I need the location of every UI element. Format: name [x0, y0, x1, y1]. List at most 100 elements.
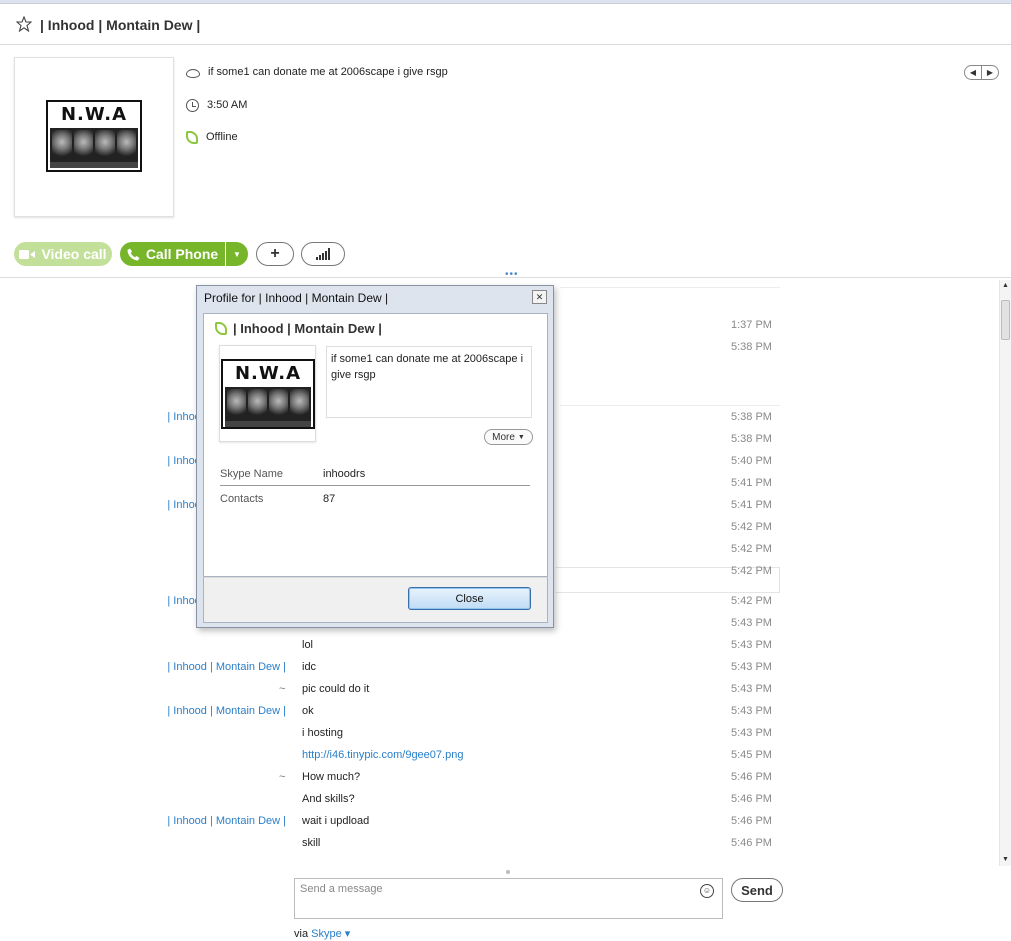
mood-row: if some1 can donate me at 2006scape i gi…: [186, 63, 448, 81]
video-call-label: Video call: [41, 246, 107, 262]
dialog-avatar: N.W.A: [219, 345, 316, 442]
video-call-button[interactable]: Video call: [14, 242, 112, 266]
signal-bars-icon: [316, 248, 330, 260]
scroll-up-icon[interactable]: ▲: [1000, 280, 1011, 292]
sender-name[interactable]: | Inhood | Montain Dew |: [167, 705, 286, 717]
message-input[interactable]: [300, 883, 680, 895]
message-text: ok: [302, 705, 314, 717]
call-quality-button[interactable]: [301, 242, 345, 266]
message-timestamp: 5:45 PM: [731, 749, 772, 761]
chat-message: And skills? 5:46 PM: [0, 789, 999, 811]
skype-name-value: inhoodrs: [323, 468, 366, 480]
message-text: i hosting: [302, 727, 343, 739]
message-timestamp: 5:41 PM: [731, 477, 772, 489]
message-timestamp: 5:43 PM: [731, 639, 772, 651]
scroll-down-icon[interactable]: ▼: [1000, 854, 1011, 866]
contacts-row: Contacts 87: [220, 489, 530, 511]
profile-dialog: Profile for | Inhood | Montain Dew | ✕ |…: [196, 285, 554, 628]
compose-resize-grip[interactable]: [506, 870, 510, 874]
scroll-thumb[interactable]: [1001, 300, 1010, 340]
message-timestamp: 5:42 PM: [731, 521, 772, 533]
chat-message: | Inhood | Montain Dew | idc 5:43 PM: [0, 657, 999, 679]
message-timestamp: 5:46 PM: [731, 771, 772, 783]
via-service: via Skype ▾: [294, 927, 350, 940]
dialog-title: Profile for | Inhood | Montain Dew |: [204, 291, 389, 305]
message-timestamp: 1:37 PM: [731, 319, 772, 331]
message-timestamp: 5:46 PM: [731, 793, 772, 805]
favorite-star-icon[interactable]: [16, 16, 32, 32]
dialog-contact-name-row: | Inhood | Montain Dew |: [215, 321, 382, 336]
via-prefix: via: [294, 928, 309, 940]
message-timestamp: 5:42 PM: [731, 595, 772, 607]
prev-arrow-icon[interactable]: ◀: [965, 66, 982, 79]
chat-message: ~ How much? 5:46 PM: [0, 767, 999, 789]
message-timestamp: 5:46 PM: [731, 815, 772, 827]
add-to-conversation-button[interactable]: +: [256, 242, 294, 266]
sender-name[interactable]: | Inhood | Montain Dew |: [167, 661, 286, 673]
sender-name[interactable]: | Inhood | Montain Dew |: [167, 815, 286, 827]
call-phone-main[interactable]: Call Phone: [120, 242, 226, 266]
dialog-mood-text: if some1 can donate me at 2006scape i gi…: [326, 346, 532, 418]
sender-marker: ~: [279, 771, 286, 783]
dialog-footer: Close: [203, 577, 548, 623]
close-button[interactable]: Close: [408, 587, 531, 610]
chat-message: lol 5:43 PM: [0, 635, 999, 657]
message-timestamp: 5:42 PM: [731, 543, 772, 555]
message-timestamp: 5:40 PM: [731, 455, 772, 467]
contacts-label: Contacts: [220, 493, 264, 505]
dialog-close-icon[interactable]: ✕: [532, 290, 547, 304]
sender-marker: ~: [279, 683, 286, 695]
message-timestamp: 5:43 PM: [731, 683, 772, 695]
service-name: Skype: [311, 928, 342, 940]
skype-name-label: Skype Name: [220, 468, 283, 480]
next-arrow-icon[interactable]: ▶: [982, 66, 998, 79]
call-phone-label: Call Phone: [145, 246, 219, 262]
message-timestamp: 5:43 PM: [731, 661, 772, 673]
message-text: pic could do it: [302, 683, 370, 695]
message-text: skill: [302, 837, 321, 849]
conversation-header: | Inhood | Montain Dew |: [0, 4, 1011, 45]
chat-message: | Inhood | Montain Dew | ok 5:43 PM: [0, 701, 999, 723]
send-button[interactable]: Send: [731, 878, 783, 902]
mood-bubble-icon: [186, 69, 200, 78]
message-timestamp: 5:43 PM: [731, 617, 772, 629]
call-options-dropdown-icon[interactable]: ▼: [226, 250, 248, 259]
chat-message: ~ pic could do it 5:43 PM: [0, 679, 999, 701]
plus-icon: +: [270, 245, 280, 262]
more-button[interactable]: More ▼: [484, 429, 533, 445]
chat-scrollbar[interactable]: ▲ ▼: [999, 280, 1011, 866]
dialog-titlebar[interactable]: Profile for | Inhood | Montain Dew | ✕: [197, 286, 553, 310]
more-label: More: [492, 431, 515, 443]
contact-avatar: N.W.A: [46, 100, 142, 172]
local-time-row: 3:50 AM: [186, 96, 247, 114]
dialog-avatar-logo-text: N.W.A: [234, 363, 302, 384]
message-text: wait i updload: [302, 815, 370, 827]
message-text: And skills?: [302, 793, 355, 805]
offline-status-icon: [215, 322, 227, 335]
mood-text: if some1 can donate me at 2006scape i gi…: [208, 66, 448, 78]
message-timestamp: 5:41 PM: [731, 499, 772, 511]
message-text: lol: [302, 639, 314, 651]
emoticon-icon[interactable]: ☺: [700, 884, 714, 898]
chat-message: i hosting 5:43 PM: [0, 723, 999, 745]
dialog-contact-name: | Inhood | Montain Dew |: [233, 321, 382, 336]
message-link[interactable]: http://i46.tinypic.com/9gee07.png: [302, 749, 463, 761]
message-timestamp: 5:43 PM: [731, 705, 772, 717]
call-phone-button[interactable]: Call Phone ▼: [120, 242, 248, 266]
service-selector[interactable]: Skype ▾: [311, 928, 350, 940]
phone-icon: [127, 248, 140, 260]
avatar-logo-text: N.W.A: [60, 104, 128, 125]
video-camera-icon: [19, 249, 36, 259]
message-compose-box[interactable]: ☺: [294, 878, 723, 919]
status-row: Offline: [186, 128, 238, 146]
chevron-down-icon: ▼: [517, 433, 525, 441]
message-timestamp: 5:38 PM: [731, 433, 772, 445]
message-timestamp: 5:43 PM: [731, 727, 772, 739]
skype-name-row: Skype Name inhoodrs: [220, 464, 530, 486]
chat-message: | Inhood | Montain Dew | wait i updload 5:…: [0, 811, 999, 833]
clock-icon: [186, 98, 199, 112]
message-text: How much?: [302, 771, 361, 783]
status-text: Offline: [206, 131, 238, 143]
contacts-value: 87: [323, 493, 336, 505]
message-text: idc: [302, 661, 317, 673]
